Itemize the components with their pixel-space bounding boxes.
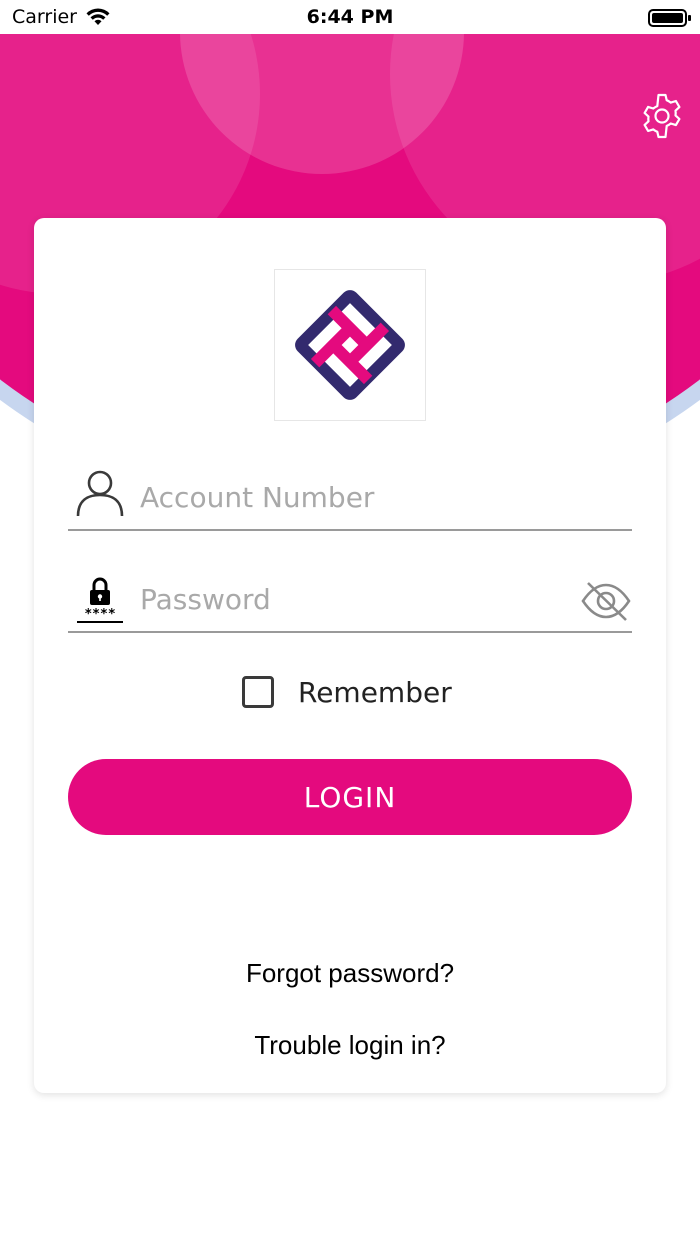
battery-icon xyxy=(648,9,691,27)
password-field: **** xyxy=(68,569,632,633)
remember-label: Remember xyxy=(298,675,452,709)
account-number-input[interactable] xyxy=(140,475,560,519)
trouble-login-link[interactable]: Trouble login in? xyxy=(34,1030,666,1061)
password-input[interactable] xyxy=(140,577,560,621)
status-time: 6:44 PM xyxy=(306,6,394,28)
remember-checkbox[interactable] xyxy=(242,676,274,708)
user-icon xyxy=(76,470,124,517)
bank-logo xyxy=(274,269,426,421)
forgot-password-link[interactable]: Forgot password? xyxy=(34,958,666,989)
login-screen: Carrier 6:44 PM Account Number **** Reme… xyxy=(0,0,700,1244)
remember-checkbox-row[interactable]: Remember xyxy=(242,670,452,714)
login-card: **** Remember LOGIN Forgot password? Tro… xyxy=(34,218,666,1093)
status-bar: Carrier 6:44 PM xyxy=(0,0,700,34)
eye-slash-icon[interactable] xyxy=(580,579,632,623)
lock-icon: **** xyxy=(77,577,123,623)
password-mask-text: **** xyxy=(84,607,115,622)
account-number-field xyxy=(68,467,632,531)
gear-icon[interactable] xyxy=(638,92,686,140)
login-button[interactable]: LOGIN xyxy=(68,759,632,835)
